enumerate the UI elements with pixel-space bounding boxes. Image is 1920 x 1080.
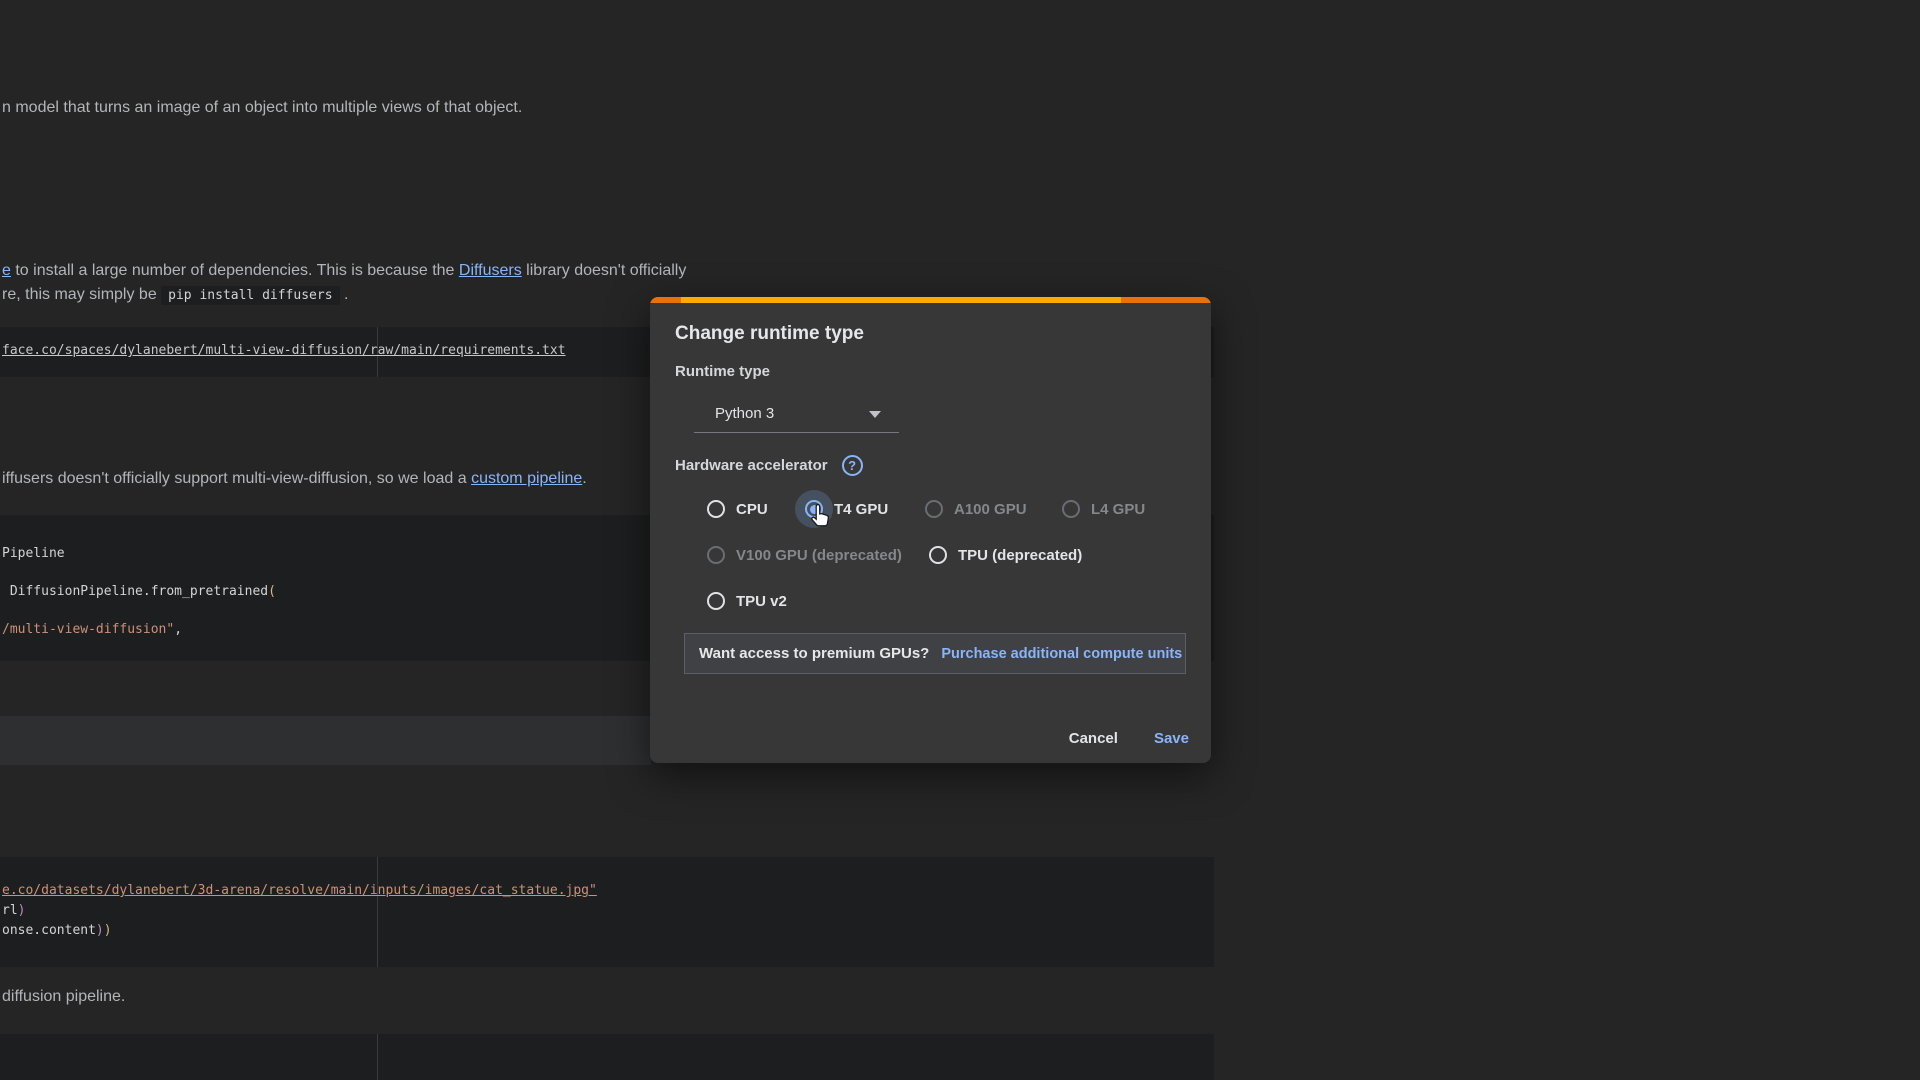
radio-icon	[707, 592, 725, 610]
colab-notebook-screen: n model that turns an image of an object…	[0, 0, 1920, 1080]
help-icon[interactable]: ?	[842, 455, 863, 476]
radio-icon	[1062, 500, 1080, 518]
radio-label: TPU v2	[736, 593, 787, 610]
inline-code: pip install diffusers	[161, 286, 339, 305]
code-token: ,	[174, 622, 182, 637]
radio-option-tpu[interactable]: TPU (deprecated)	[929, 544, 1082, 566]
radio-icon	[707, 500, 725, 518]
paragraph-text: to install a large number of dependencie…	[11, 262, 459, 279]
paragraph-text: .	[582, 470, 586, 487]
radio-icon	[929, 546, 947, 564]
intro-text: n model that turns an image of an object…	[2, 99, 522, 116]
code-line: DiffusionPipeline.from_pretrained(	[2, 584, 276, 599]
paragraph-text: .	[340, 286, 349, 303]
radio-label: CPU	[736, 501, 768, 518]
code-token: (	[268, 584, 276, 599]
code-token: Pipeline	[2, 546, 65, 561]
notebook-paragraph: n model that turns an image of an object…	[2, 99, 522, 117]
code-line: onse.content))	[2, 923, 112, 938]
cancel-button[interactable]: Cancel	[1069, 730, 1118, 747]
chevron-down-icon	[869, 411, 881, 418]
code-token: )	[18, 903, 26, 918]
code-token: )	[104, 923, 112, 938]
code-token: onse.content	[2, 923, 96, 938]
requirements-url-link[interactable]: face.co/spaces/dylanebert/multi-view-dif…	[2, 343, 566, 358]
code-token: /multi-view-diffusion"	[2, 622, 174, 637]
diffusers-link[interactable]: Diffusers	[459, 262, 522, 279]
code-line: Pipeline	[2, 546, 65, 561]
radio-icon	[707, 546, 725, 564]
radio-option-v100-gpu[interactable]: V100 GPU (deprecated)	[707, 544, 902, 566]
image-url-string[interactable]: e.co/datasets/dylanebert/3d-arena/resolv…	[2, 883, 597, 898]
code-line: /multi-view-diffusion",	[2, 622, 182, 637]
paragraph-text: re, this may simply be	[2, 286, 161, 303]
notebook-paragraph: diffusion pipeline.	[2, 988, 125, 1006]
code-line: face.co/spaces/dylanebert/multi-view-dif…	[2, 343, 566, 358]
notebook-paragraph: re, this may simply be pip install diffu…	[2, 286, 348, 304]
dialog-title: Change runtime type	[675, 323, 864, 345]
radio-label: V100 GPU (deprecated)	[736, 547, 902, 564]
paragraph-text: library doesn't officially	[522, 262, 687, 279]
cell-output-strip	[0, 716, 651, 765]
radio-option-a100-gpu[interactable]: A100 GPU	[925, 498, 1027, 520]
code-line: e.co/datasets/dylanebert/3d-arena/resolv…	[2, 883, 597, 898]
runtime-type-label: Runtime type	[675, 363, 770, 380]
change-runtime-dialog: Change runtime type Runtime type Python …	[650, 297, 1211, 763]
save-button[interactable]: Save	[1154, 730, 1189, 747]
premium-gpu-banner: Want access to premium GPUs? Purchase ad…	[684, 633, 1186, 674]
pointer-cursor-icon	[808, 503, 834, 529]
custom-pipeline-link[interactable]: custom pipeline	[471, 470, 582, 487]
radio-label: A100 GPU	[954, 501, 1027, 518]
radio-label: TPU (deprecated)	[958, 547, 1082, 564]
dialog-actions: Cancel Save	[1069, 720, 1189, 756]
runtime-type-value: Python 3	[715, 405, 774, 422]
code-token: )	[96, 923, 104, 938]
runtime-type-select[interactable]: Python 3	[694, 395, 899, 433]
hardware-accelerator-row: Hardware accelerator ?	[675, 455, 863, 476]
outro-text: diffusion pipeline.	[2, 988, 125, 1005]
code-token: DiffusionPipeline.from_pretrained	[2, 584, 268, 599]
hardware-accelerator-label: Hardware accelerator	[675, 457, 828, 474]
radio-label: T4 GPU	[834, 501, 888, 518]
progress-bar	[650, 297, 1211, 303]
purchase-compute-units-link[interactable]: Purchase additional compute units	[941, 646, 1182, 662]
notebook-paragraph: iffusers doesn't officially support mult…	[2, 470, 587, 488]
premium-question-text: Want access to premium GPUs?	[699, 645, 929, 662]
progress-bar-active	[681, 297, 1121, 303]
code-cell-bottom	[0, 1034, 1214, 1080]
radio-label: L4 GPU	[1091, 501, 1145, 518]
radio-option-cpu[interactable]: CPU	[707, 498, 768, 520]
paragraph-text: iffusers doesn't officially support mult…	[2, 470, 471, 487]
code-cell-image: e.co/datasets/dylanebert/3d-arena/resolv…	[0, 857, 1214, 967]
radio-option-l4-gpu[interactable]: L4 GPU	[1062, 498, 1145, 520]
radio-option-tpu-v2[interactable]: TPU v2	[707, 590, 787, 612]
code-token: rl	[2, 903, 18, 918]
truncated-link[interactable]: e	[2, 262, 11, 279]
radio-icon	[925, 500, 943, 518]
code-line: rl)	[2, 903, 25, 918]
cell-gutter-line	[377, 1034, 378, 1080]
cell-gutter-line	[377, 857, 378, 967]
notebook-paragraph: e to install a large number of dependenc…	[2, 262, 686, 280]
